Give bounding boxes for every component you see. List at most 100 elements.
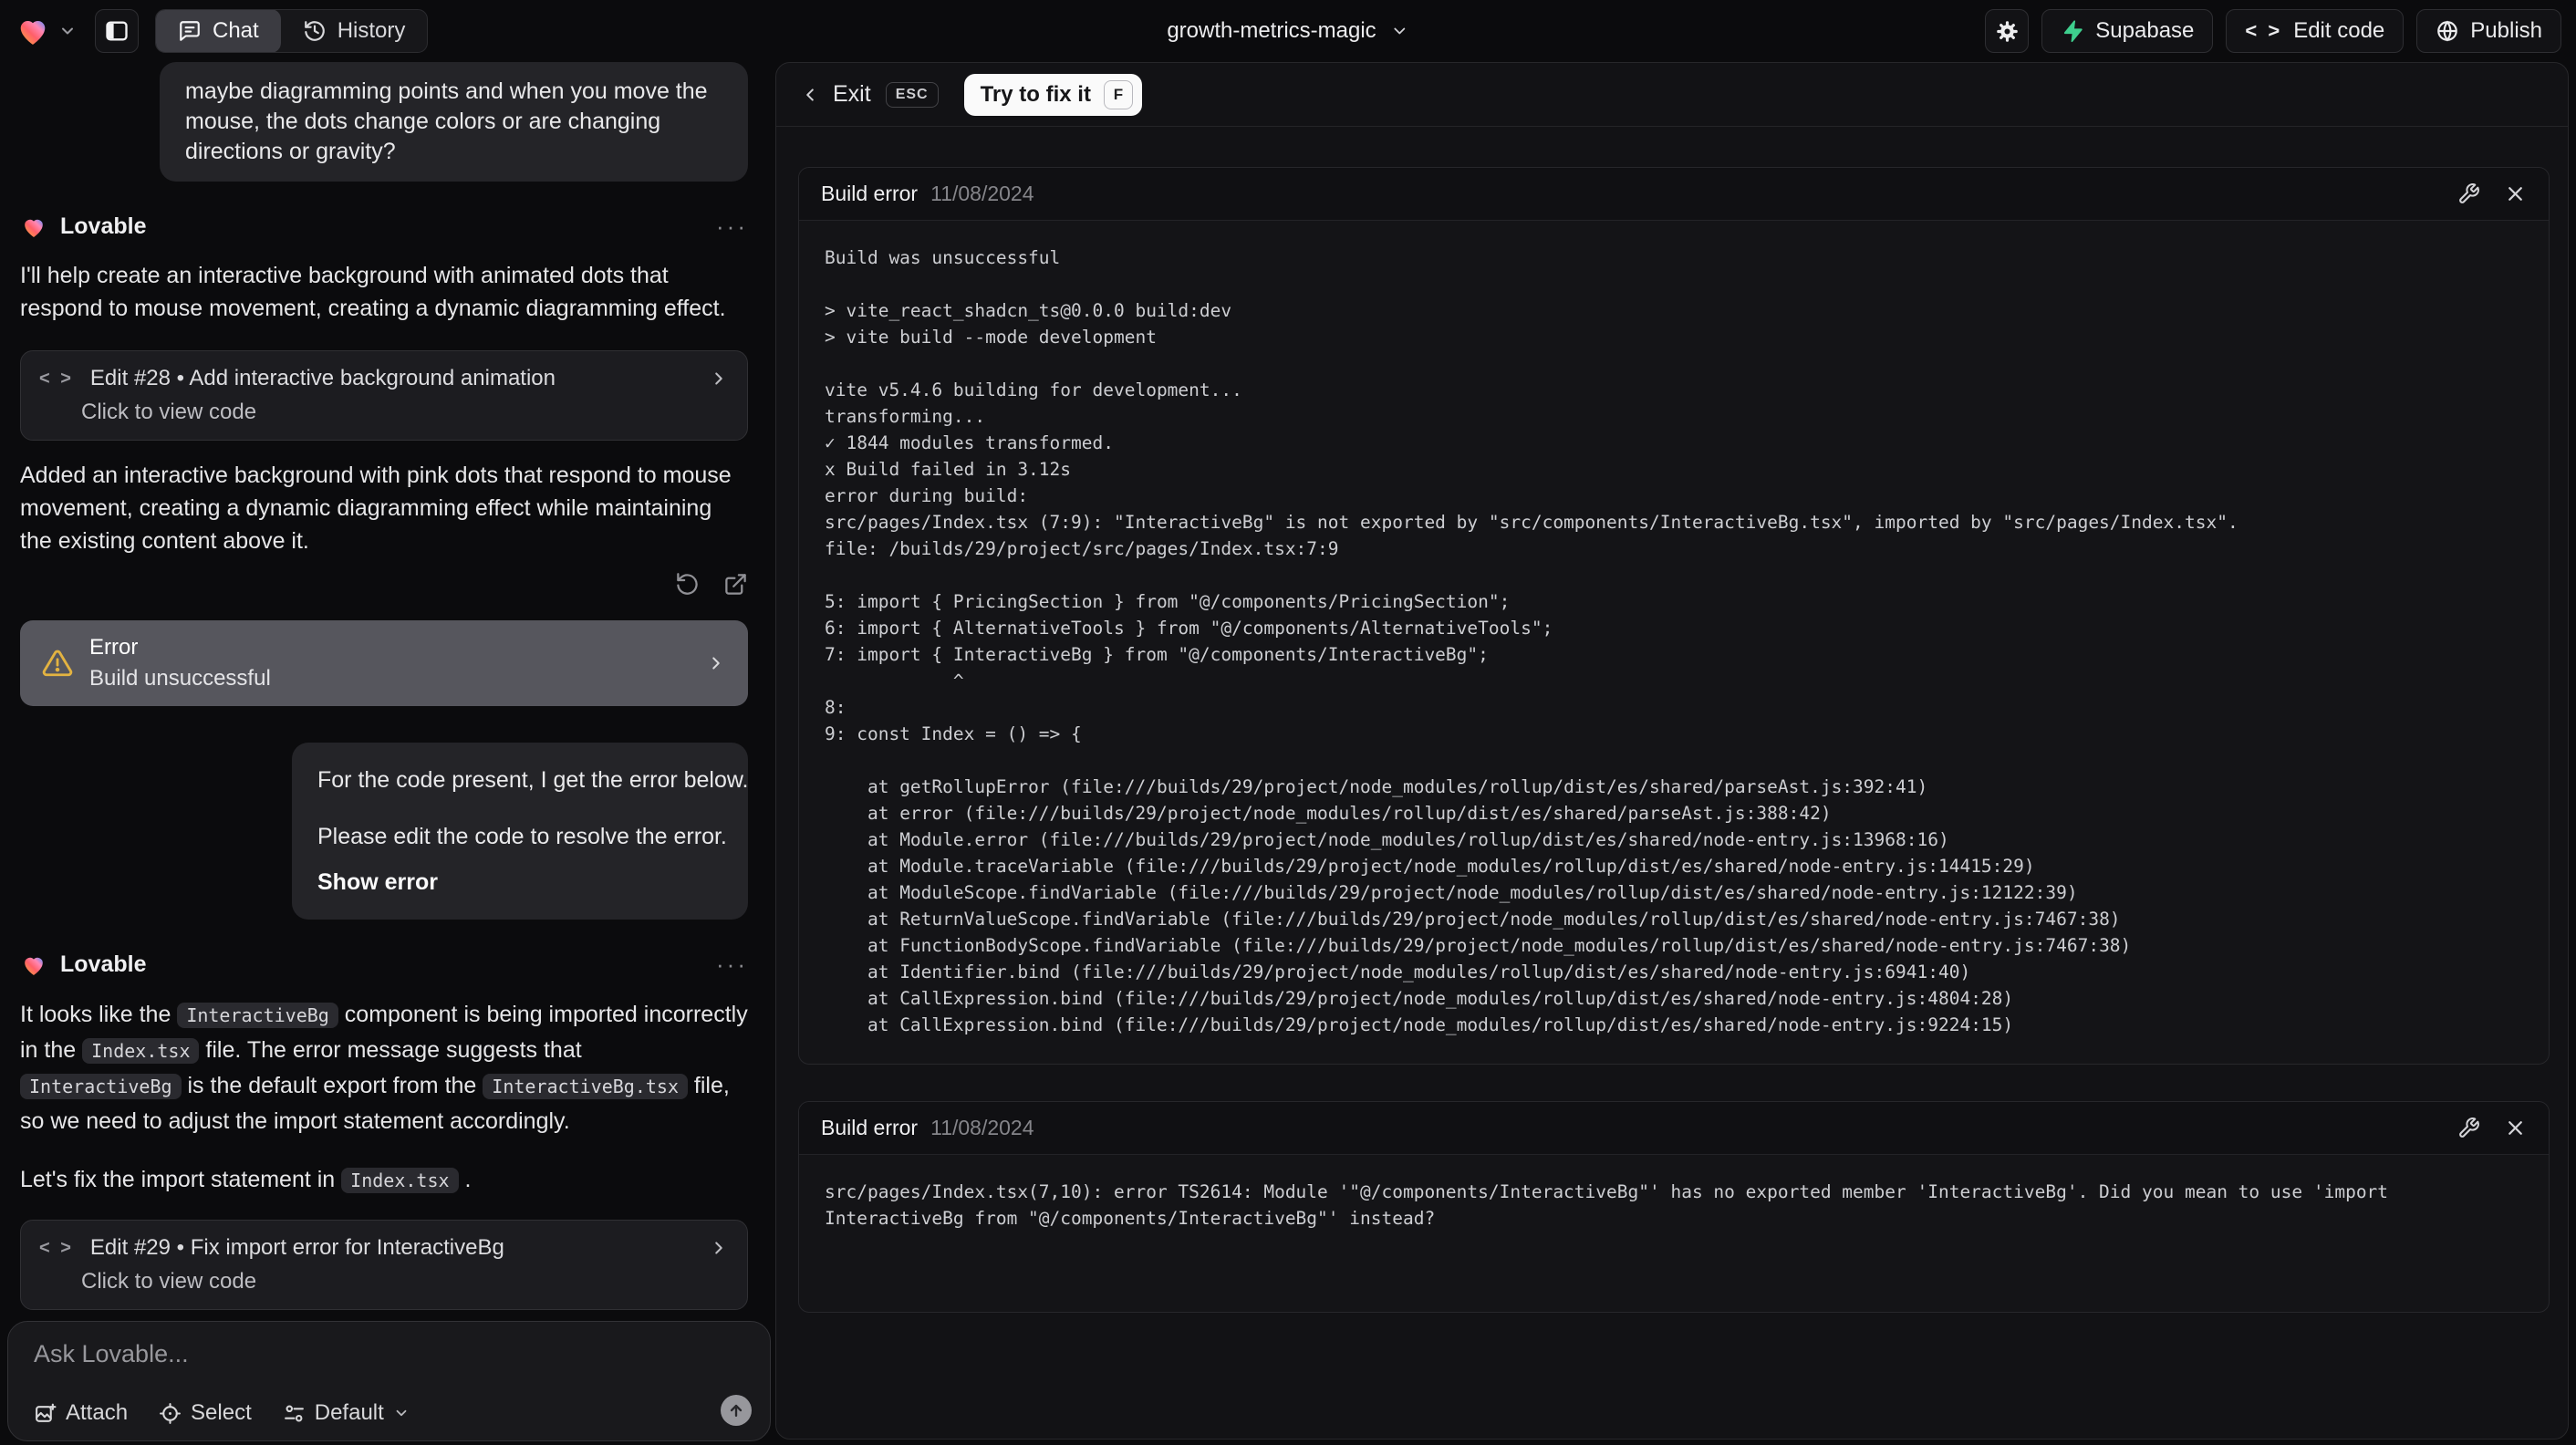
sidebar-toggle-button[interactable] bbox=[95, 9, 139, 53]
error-cards-list: Build error 11/08/2024 Build was unsucce… bbox=[776, 127, 2568, 1335]
chat-panel: maybe diagramming points and when you mo… bbox=[0, 62, 775, 1445]
build-error-card[interactable]: Error Build unsuccessful bbox=[20, 620, 748, 706]
sliders-icon bbox=[283, 1402, 306, 1425]
inline-code: InteractiveBg bbox=[20, 1074, 182, 1099]
build-error-card-2: Build error 11/08/2024 src/pages/Index.t… bbox=[798, 1101, 2550, 1313]
assistant-intro-text: I'll help create an interactive backgrou… bbox=[20, 263, 726, 321]
message-menu-button[interactable]: ··· bbox=[716, 213, 748, 241]
error-card-title: Error bbox=[89, 635, 139, 660]
error-card-header: Build error 11/08/2024 bbox=[799, 168, 2549, 221]
project-selector[interactable]: growth-metrics-magic bbox=[1167, 18, 1408, 44]
project-name: growth-metrics-magic bbox=[1167, 18, 1376, 43]
send-button[interactable] bbox=[721, 1395, 752, 1426]
code-brackets-icon: < > bbox=[39, 1237, 74, 1258]
code-brackets-icon: < > bbox=[2245, 19, 2283, 42]
edit-card-title: Edit #29 • Fix import error for Interact… bbox=[89, 1235, 504, 1260]
chevron-left-icon[interactable] bbox=[800, 85, 820, 105]
error-date: 11/08/2024 bbox=[930, 182, 1034, 205]
assistant-name: Lovable bbox=[60, 951, 147, 977]
tab-chat-label: Chat bbox=[213, 18, 259, 43]
fix-wrench-button[interactable] bbox=[2457, 1117, 2480, 1139]
chevron-right-icon bbox=[709, 369, 729, 389]
try-to-fix-button[interactable]: Try to fix it F bbox=[963, 73, 1142, 116]
close-icon[interactable] bbox=[2504, 1117, 2527, 1139]
chevron-right-icon bbox=[709, 1238, 729, 1258]
edit-card-subtitle: Click to view code bbox=[81, 400, 257, 424]
top-bar: Chat History growth-metrics-magic Supaba… bbox=[0, 0, 2576, 62]
supabase-label: Supabase bbox=[2095, 18, 2195, 43]
chat-input[interactable] bbox=[34, 1340, 618, 1377]
build-console-output: src/pages/Index.tsx(7,10): error TS2614:… bbox=[825, 1181, 2399, 1229]
edit-code-label: Edit code bbox=[2293, 18, 2385, 43]
chat-bubble-icon bbox=[178, 19, 202, 43]
lovable-heart-icon bbox=[20, 952, 47, 978]
try-to-fix-label: Try to fix it bbox=[980, 81, 1091, 107]
project-chevron-down-icon bbox=[1391, 22, 1409, 40]
inline-code: Index.tsx bbox=[341, 1168, 459, 1193]
message-menu-button[interactable]: ··· bbox=[716, 951, 748, 979]
error-card-header: Build error 11/08/2024 bbox=[799, 1102, 2549, 1155]
exit-button[interactable]: Exit bbox=[833, 81, 871, 108]
inline-code: Index.tsx bbox=[82, 1038, 200, 1064]
f-key-badge: F bbox=[1103, 79, 1133, 109]
lovable-logo-icon bbox=[15, 14, 51, 48]
arrow-up-icon bbox=[727, 1401, 745, 1419]
publish-button[interactable]: Publish bbox=[2416, 9, 2561, 53]
select-label: Select bbox=[191, 1400, 252, 1425]
select-button[interactable]: Select bbox=[159, 1400, 252, 1426]
attach-image-icon bbox=[34, 1402, 57, 1425]
gear-icon bbox=[1995, 19, 2020, 44]
supabase-button[interactable]: Supabase bbox=[2041, 9, 2214, 53]
show-error-link[interactable]: Show error bbox=[317, 867, 722, 898]
panel-left-icon bbox=[104, 18, 130, 44]
tab-history-label: History bbox=[337, 18, 406, 43]
build-error-card-1: Build error 11/08/2024 Build was unsucce… bbox=[798, 167, 2550, 1065]
edit-card-29[interactable]: < > Edit #29 • Fix import error for Inte… bbox=[20, 1220, 748, 1310]
esc-key-badge: ESC bbox=[885, 81, 939, 108]
edit-card-subtitle: Click to view code bbox=[81, 1269, 257, 1294]
logo-menu-chevron-down-icon[interactable] bbox=[58, 22, 77, 40]
user-message-bubble: For the code present, I get the error be… bbox=[292, 743, 749, 920]
inline-code: InteractiveBg.tsx bbox=[483, 1074, 688, 1099]
mode-label: Default bbox=[314, 1400, 384, 1425]
build-console-output: Build was unsuccessful > vite_react_shad… bbox=[825, 247, 2238, 1035]
error-title: Build error bbox=[821, 1116, 919, 1139]
user-message-text: maybe diagramming points and when you mo… bbox=[185, 78, 708, 164]
mode-dropdown[interactable]: Default bbox=[283, 1400, 410, 1426]
attach-label: Attach bbox=[66, 1400, 129, 1425]
input-toolbar: Attach Select Default bbox=[34, 1400, 410, 1426]
error-title: Build error bbox=[821, 182, 919, 205]
warning-triangle-icon bbox=[42, 648, 73, 679]
publish-label: Publish bbox=[2470, 18, 2542, 43]
inline-code: InteractiveBg bbox=[177, 1003, 338, 1028]
edit-code-button[interactable]: < > Edit code bbox=[2226, 9, 2405, 53]
code-brackets-icon: < > bbox=[39, 368, 74, 389]
fix-panel-header: Exit ESC Try to fix it F bbox=[776, 63, 2568, 127]
fix-wrench-button[interactable] bbox=[2457, 182, 2480, 205]
tab-chat[interactable]: Chat bbox=[156, 10, 281, 52]
close-icon[interactable] bbox=[2504, 182, 2527, 205]
assistant-message-header: Lovable ··· bbox=[20, 951, 748, 979]
open-preview-icon[interactable] bbox=[723, 572, 748, 597]
crosshair-icon bbox=[159, 1402, 182, 1425]
chat-input-box: Attach Select Default bbox=[7, 1321, 771, 1441]
error-date: 11/08/2024 bbox=[930, 1116, 1034, 1139]
user-message-line: For the code present, I get the error be… bbox=[317, 767, 749, 793]
user-message-line: Please edit the code to resolve the erro… bbox=[317, 824, 727, 849]
message-actions bbox=[20, 572, 748, 597]
assistant-name: Lovable bbox=[60, 213, 147, 239]
restore-version-icon[interactable] bbox=[675, 572, 700, 597]
assistant-diagnosis-text: It looks like the InteractiveBg componen… bbox=[20, 1002, 748, 1134]
user-message-bubble: maybe diagramming points and when you mo… bbox=[160, 62, 748, 182]
try-to-fix-panel: Exit ESC Try to fix it F Build error 11/… bbox=[775, 62, 2569, 1440]
chevron-right-icon bbox=[706, 653, 726, 673]
assistant-fix-text: Let's fix the import statement in Index.… bbox=[20, 1167, 472, 1193]
attach-button[interactable]: Attach bbox=[34, 1400, 128, 1426]
lovable-heart-icon bbox=[20, 214, 47, 240]
edit-card-28[interactable]: < > Edit #28 • Add interactive backgroun… bbox=[20, 350, 748, 441]
settings-button[interactable] bbox=[1985, 9, 2030, 53]
tab-history[interactable]: History bbox=[281, 10, 428, 52]
error-card-subtitle: Build unsuccessful bbox=[89, 666, 271, 691]
assistant-summary-text: Added an interactive background with pin… bbox=[20, 463, 732, 554]
edit-card-title: Edit #28 • Add interactive background an… bbox=[89, 366, 556, 390]
